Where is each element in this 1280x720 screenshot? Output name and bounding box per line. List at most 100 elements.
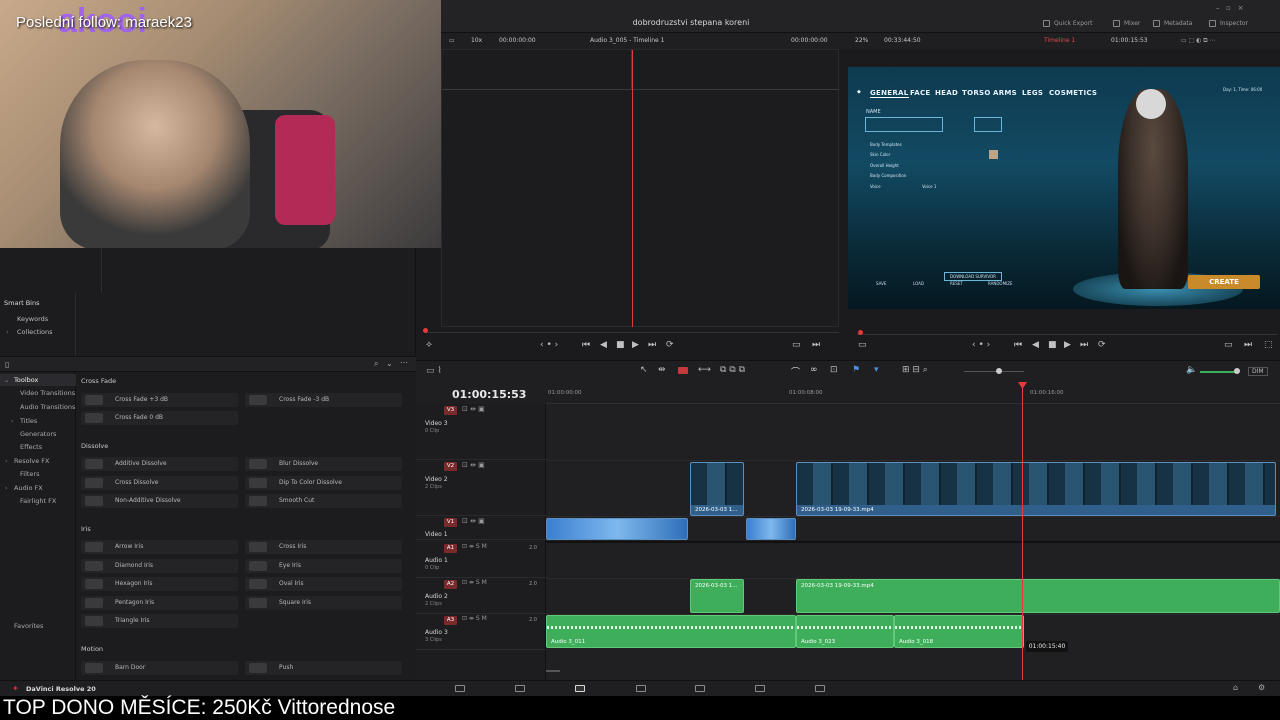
program-skip-start-icon[interactable]: ⏮ — [1014, 340, 1022, 350]
window-controls[interactable]: – ▫ × — [1216, 4, 1243, 12]
panel-toggle-icon[interactable]: ▯ — [5, 360, 9, 369]
video-clip[interactable] — [746, 518, 796, 540]
video-clip[interactable]: 2026-03-03 19-09-33.mp4 — [796, 462, 1276, 516]
home-icon[interactable]: ⌂ — [1233, 683, 1238, 692]
zoom-tools-icon[interactable]: ⊞ ⊟ ⌕ — [902, 365, 928, 375]
tree-effects[interactable]: Effects — [20, 443, 42, 451]
smart-bin-keywords[interactable]: Keywords — [17, 315, 48, 323]
tree-generators[interactable]: Generators — [20, 430, 56, 438]
tree-favorites[interactable]: Favorites — [14, 622, 43, 630]
program-step-back-icon[interactable]: ◀ — [1032, 340, 1039, 350]
quick-export-button[interactable]: Quick Export — [1043, 20, 1093, 27]
volume-slider[interactable] — [1200, 371, 1238, 373]
blade-tool-icon[interactable] — [678, 367, 688, 374]
source-zoom[interactable]: 10x — [471, 37, 482, 44]
lock-icon[interactable]: ⊡ — [830, 365, 838, 375]
program-viewer[interactable]: ◆ GENERAL FACE HEAD TORSO ARMS LEGS COSM… — [848, 67, 1280, 309]
chevron-right-icon[interactable]: › — [5, 457, 8, 465]
effect-item[interactable]: Square Iris — [245, 596, 402, 610]
track-controls[interactable]: ⊡ ⇹ S M — [462, 543, 487, 550]
effect-item[interactable]: Blur Dissolve — [245, 457, 402, 471]
more-options-icon[interactable]: ⋯ — [400, 358, 408, 367]
selection-tool-icon[interactable]: ↖ — [640, 365, 648, 375]
timeline-scrollbar[interactable] — [546, 670, 560, 672]
effect-item[interactable]: Additive Dissolve — [81, 457, 238, 471]
effect-item[interactable]: Pentagon Iris — [81, 596, 238, 610]
program-match-frame-icon[interactable]: ▭ — [1224, 340, 1233, 350]
program-play-icon[interactable]: ▶ — [1064, 340, 1071, 350]
tree-fairlight-fx[interactable]: Fairlight FX — [20, 497, 56, 505]
link-icon[interactable]: ∞ — [810, 365, 818, 375]
track-header-a1[interactable]: A1 ⊡ ⇹ S M 2.0 Audio 1 0 Clip — [416, 542, 546, 578]
inspector-button[interactable]: Inspector — [1209, 20, 1248, 27]
effect-item[interactable]: Push — [245, 661, 402, 675]
mixer-button[interactable]: Mixer — [1113, 20, 1140, 27]
timeline-playhead[interactable] — [1022, 384, 1023, 680]
track-controls[interactable]: ⊡ ⇹ S M — [462, 579, 487, 586]
video-clip[interactable]: 2026-03-03 1... — [690, 462, 744, 516]
source-nav-icon[interactable]: ‹ • › — [540, 340, 558, 350]
source-skip-start-icon[interactable]: ⏮ — [582, 340, 590, 350]
effect-item[interactable]: Smooth Cut — [245, 494, 402, 508]
volume-slider-handle[interactable] — [1234, 368, 1240, 374]
tree-video-transitions[interactable]: Video Transitions — [20, 389, 75, 397]
effect-item[interactable]: Dip To Color Dissolve — [245, 476, 402, 490]
source-step-back-icon[interactable]: ◀ — [600, 340, 607, 350]
source-scrub-handle[interactable] — [423, 328, 428, 333]
audio-clip[interactable]: 2026-03-03 1... — [690, 579, 744, 613]
page-fusion-icon[interactable] — [636, 685, 646, 692]
track-header-v3[interactable]: V3 ⊡ ⇹ ▣ Video 3 0 Clip — [416, 404, 546, 460]
page-cut-icon[interactable] — [515, 685, 525, 692]
metadata-button[interactable]: Metadata — [1153, 20, 1192, 27]
track-lock-icons[interactable]: ⊡ ⇹ ▣ — [462, 405, 485, 413]
track-header-v1[interactable]: V1 ⊡ ⇹ ▣ Video 1 — [416, 516, 546, 540]
tree-resolve-fx[interactable]: Resolve FX — [14, 457, 50, 465]
marker-icon[interactable]: ▾ — [874, 365, 879, 375]
layout-icon[interactable]: ▭ — [449, 37, 455, 44]
tree-audio-transitions[interactable]: Audio Transitions — [20, 403, 75, 411]
tree-titles[interactable]: Titles — [20, 417, 37, 425]
source-jog-icon[interactable]: ⟡ — [426, 340, 432, 350]
volume-icon[interactable]: 🔈 — [1186, 365, 1197, 375]
program-timeline-name[interactable]: Timeline 1 — [1044, 37, 1075, 44]
program-fullscreen-icon[interactable]: ⬚ — [1264, 340, 1273, 350]
source-play-icon[interactable]: ▶ — [632, 340, 639, 350]
effect-item[interactable]: Barn Door — [81, 661, 238, 675]
flag-icon[interactable]: ⚑ — [852, 365, 860, 375]
zoom-slider[interactable] — [964, 371, 1024, 372]
program-skip-end-icon[interactable]: ⏭ — [1080, 340, 1088, 350]
insert-clip-icon[interactable]: ⧉ ⧉ ⧉ — [720, 365, 745, 375]
audio-clip[interactable]: Audio 3_018 — [894, 615, 1024, 648]
chevron-right-icon[interactable]: › — [6, 328, 9, 336]
source-insert-icon[interactable]: ⏭ — [812, 340, 820, 350]
tree-toolbox[interactable]: Toolbox — [14, 376, 38, 384]
source-stop-icon[interactable]: ■ — [616, 340, 625, 350]
program-next-icon[interactable]: ⏭ — [1244, 340, 1252, 350]
tree-filters[interactable]: Filters — [20, 470, 39, 478]
viewer-options-icons[interactable]: ▭ ⬚ ◐ ⧉ ⋯ — [1181, 37, 1216, 45]
audio-clip[interactable]: Audio 3_023 — [796, 615, 894, 648]
page-media-icon[interactable] — [455, 685, 465, 692]
track-header-a3[interactable]: A3 ⊡ ⇹ S M 2.0 Audio 3 3 Clips — [416, 614, 546, 650]
effect-item[interactable]: Cross Dissolve — [81, 476, 238, 490]
effect-item[interactable]: Cross Fade 0 dB — [81, 411, 238, 425]
effect-item[interactable]: Non-Additive Dissolve — [81, 494, 238, 508]
video-clip[interactable] — [546, 518, 688, 540]
source-loop-icon[interactable]: ⟳ — [666, 340, 674, 350]
search-icon[interactable]: ⌕ — [374, 359, 378, 369]
page-color-icon[interactable] — [695, 685, 705, 692]
snapping-icon[interactable]: ⌒ — [791, 365, 800, 378]
smart-bin-collections[interactable]: Collections — [17, 328, 53, 336]
program-stop-icon[interactable]: ■ — [1048, 340, 1057, 350]
chevron-down-icon[interactable]: ⌄ — [386, 359, 393, 368]
timeline-ruler[interactable]: 01:00:00:00 01:00:08:00 01:00:16:00 — [546, 382, 1280, 404]
effect-item[interactable]: Arrow Iris — [81, 540, 238, 554]
source-scrubber[interactable] — [425, 332, 839, 333]
effect-item[interactable]: Diamond Iris — [81, 559, 238, 573]
effect-item[interactable]: Triangle Iris — [81, 614, 238, 628]
dim-button[interactable]: DIM — [1248, 367, 1268, 376]
chevron-right-icon[interactable]: › — [5, 484, 8, 492]
effect-item[interactable]: Cross Fade -3 dB — [245, 393, 402, 407]
page-deliver-icon[interactable] — [815, 685, 825, 692]
audio-clip[interactable]: Audio 3_011 — [546, 615, 796, 648]
